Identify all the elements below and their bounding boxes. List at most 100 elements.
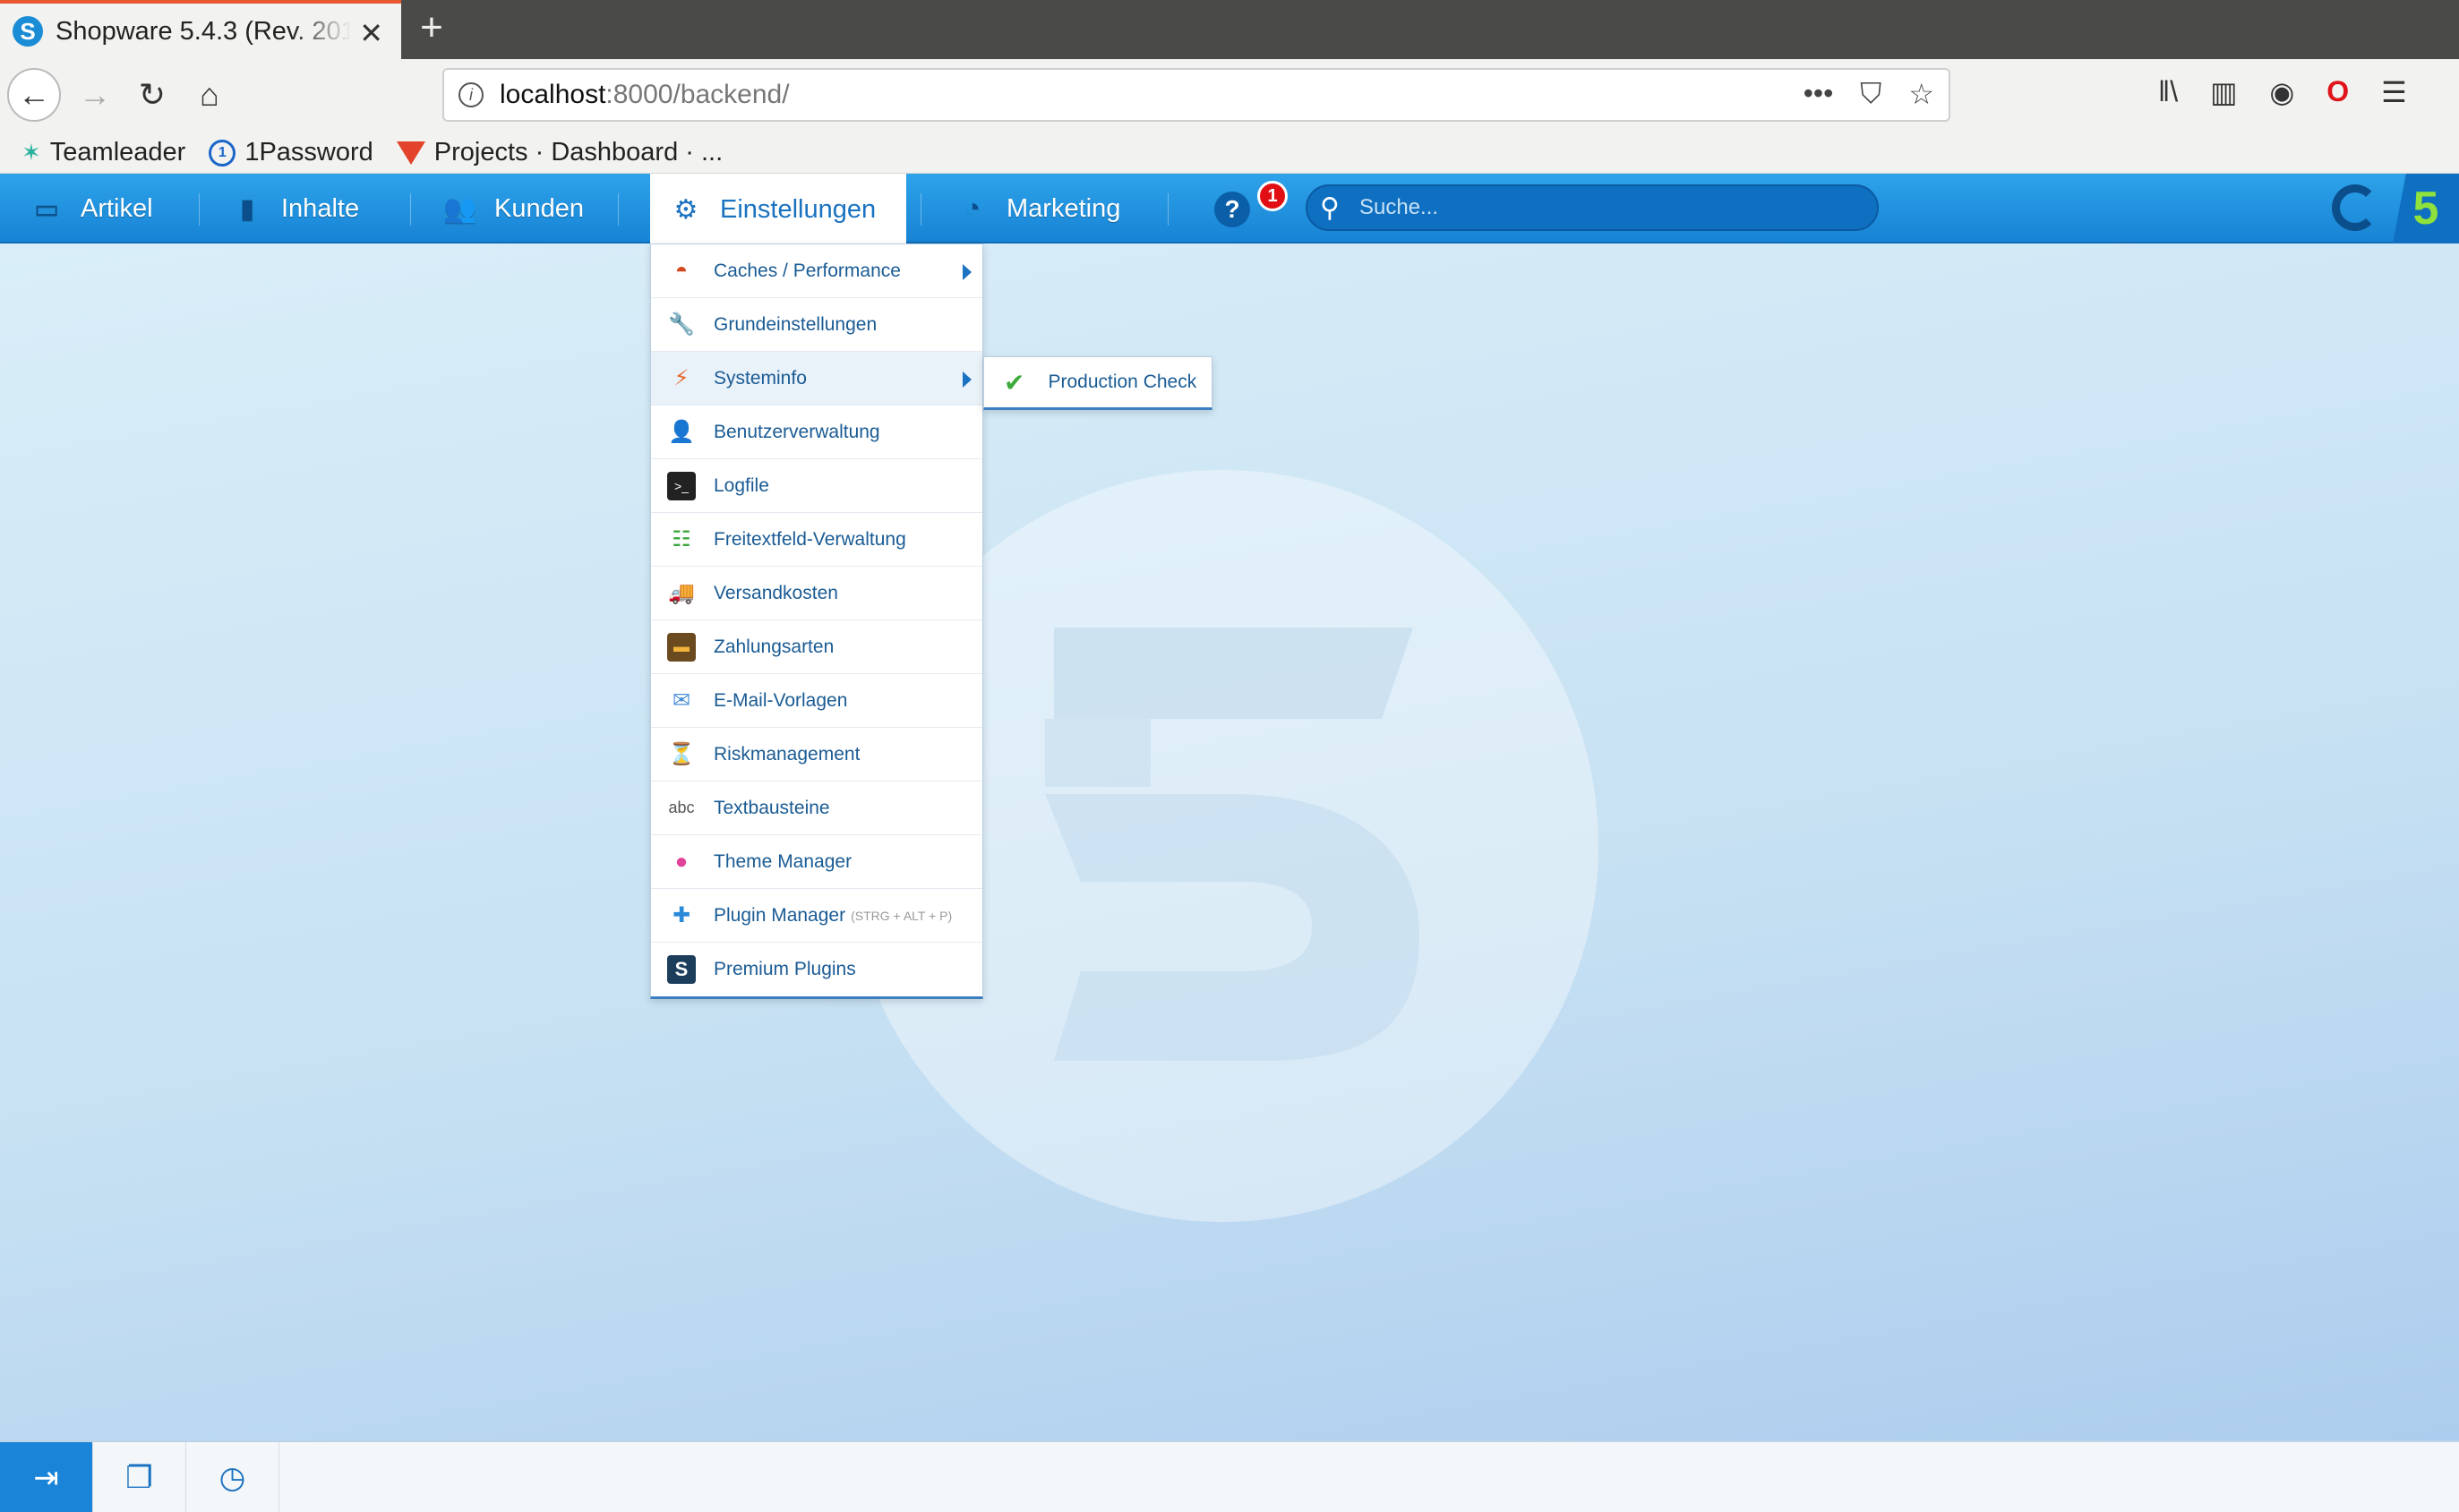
back-icon[interactable]: ← xyxy=(7,68,61,122)
lightning-icon: ⚡ xyxy=(673,366,690,390)
menu-item-textbausteine[interactable]: abc Textbausteine xyxy=(651,782,982,835)
check-icon: ✔ xyxy=(1004,368,1025,397)
browser-nav-bar: ← → ↻ ⌂ i localhost:8000/backend/ ••• ⛉ … xyxy=(0,59,2459,132)
menu-item-theme-manager[interactable]: ● Theme Manager xyxy=(651,835,982,889)
wrench-icon: 🔧 xyxy=(668,312,695,337)
global-search[interactable]: ⚲ xyxy=(1306,184,1879,231)
dashboard-icon[interactable]: ◷ xyxy=(186,1442,279,1512)
bookmark-teamleader[interactable]: ✶ Teamleader xyxy=(21,138,185,167)
menu-item-freitextfeld-verwaltung[interactable]: ☷ Freitextfeld-Verwaltung xyxy=(651,513,982,567)
help-icon[interactable]: ? xyxy=(1214,192,1250,227)
bookmark-1password[interactable]: 1 1Password xyxy=(209,138,373,167)
risk-icon: ⏳ xyxy=(668,742,695,766)
bookmark-label: 1Password xyxy=(244,138,373,167)
menu-item-e-mail-vorlagen[interactable]: ✉ E-Mail-Vorlagen xyxy=(651,674,982,728)
bookmark-gitlab[interactable]: Projects · Dashboard · ... xyxy=(396,138,724,167)
bookmark-label: Teamleader xyxy=(49,138,186,167)
pocket-icon[interactable]: ⛉ xyxy=(1860,77,1881,111)
menu-item-systeminfo[interactable]: ⚡ Systeminfo xyxy=(651,352,982,406)
sidebar-icon[interactable]: ▥ xyxy=(2210,75,2237,109)
email-template-icon: ✉ xyxy=(672,688,691,713)
url-bar[interactable]: i localhost:8000/backend/ ••• ⛉ ☆ xyxy=(442,68,1950,122)
bookmark-label: Projects · Dashboard · ... xyxy=(433,138,724,167)
menu-kunden[interactable]: 👥 Kunden xyxy=(443,174,584,243)
windows-icon[interactable]: ❐ xyxy=(93,1442,186,1512)
menu-item-logfile[interactable]: >_ Logfile xyxy=(651,459,982,513)
shopware-logo-icon[interactable] xyxy=(2332,184,2378,231)
menu-item-versandkosten[interactable]: 🚚 Versandkosten xyxy=(651,567,982,620)
menu-item-label: Theme Manager xyxy=(714,850,853,872)
reload-icon[interactable]: ↻ xyxy=(125,68,179,122)
menu-item-benutzerverwaltung[interactable]: 👤 Benutzerverwaltung xyxy=(651,406,982,459)
systeminfo-submenu: ✔ Production Check xyxy=(983,356,1212,410)
menu-item-caches-performance[interactable]: ◓ Caches / Performance xyxy=(651,244,982,298)
users-icon: 👥 xyxy=(443,193,477,224)
menu-item-label: Systeminfo xyxy=(714,367,807,389)
close-tab-icon[interactable]: ✕ xyxy=(359,16,383,50)
bookmarks-bar: ✶ Teamleader 1 1Password Projects · Dash… xyxy=(0,132,2459,174)
truck-icon: 🚚 xyxy=(668,581,695,605)
menu-item-label: Textbausteine xyxy=(714,797,830,818)
menu-item-plugin-manager[interactable]: ✚ Plugin Manager (STRG + ALT + P) xyxy=(651,889,982,943)
library-icon[interactable]: ‖\ xyxy=(2158,75,2178,109)
shopware-favicon-icon: S xyxy=(13,16,43,47)
menu-label: Inhalte xyxy=(281,193,360,223)
menu-label: Einstellungen xyxy=(720,194,877,224)
submenu-arrow-icon xyxy=(963,372,972,388)
url-host: localhost xyxy=(500,80,606,109)
search-icon: ⚲ xyxy=(1320,192,1340,223)
new-tab-button[interactable]: + xyxy=(414,5,450,50)
shopware-main-menu-bar: ▭ Artikel ▮ Inhalte 👥 Kunden ⚙ Einstellu… xyxy=(0,174,2459,245)
menu-artikel[interactable]: ▭ Artikel xyxy=(30,174,153,243)
user-icon: 👤 xyxy=(668,420,695,444)
menu-item-label: E-Mail-Vorlagen xyxy=(714,689,848,711)
submenu-item-production-check[interactable]: Production Check xyxy=(1048,372,1196,393)
url-path: :8000/backend/ xyxy=(605,80,790,109)
menu-item-premium-plugins[interactable]: S Premium Plugins xyxy=(651,943,982,996)
speedometer-icon: ◓ xyxy=(674,258,689,283)
shortcut-hint: (STRG + ALT + P) xyxy=(851,908,953,923)
menu-item-label: Benutzerverwaltung xyxy=(714,421,880,442)
hamburger-menu-icon[interactable]: ☰ xyxy=(2381,75,2407,109)
opera-icon[interactable]: O xyxy=(2326,75,2349,109)
menu-item-label: Caches / Performance xyxy=(714,260,901,281)
page-actions-icon[interactable]: ••• xyxy=(1804,77,1834,111)
site-info-icon[interactable]: i xyxy=(458,82,484,107)
1password-icon: 1 xyxy=(209,139,236,167)
shopware-five-badge[interactable]: 5 xyxy=(2393,174,2459,243)
theme-icon: ● xyxy=(674,849,689,874)
menu-separator xyxy=(1168,193,1169,226)
footer-taskbar: ⇥ ❐ ◷ xyxy=(0,1440,2459,1512)
settings-dropdown-menu: ◓ Caches / Performance 🔧 Grundeinstellun… xyxy=(650,243,983,999)
tab-title: Shopware 5.4.3 (Rev. 201 xyxy=(56,16,351,46)
logout-icon[interactable]: ⇥ xyxy=(0,1442,93,1512)
menu-item-grundeinstellungen[interactable]: 🔧 Grundeinstellungen xyxy=(651,298,982,352)
puzzle-icon: ✚ xyxy=(672,903,691,927)
backend-desktop xyxy=(0,243,2459,1440)
star-icon[interactable]: ☆ xyxy=(1908,77,1934,111)
home-icon[interactable]: ⌂ xyxy=(183,68,236,122)
browser-tab[interactable]: S Shopware 5.4.3 (Rev. 201 ✕ xyxy=(0,0,401,59)
menu-inhalte[interactable]: ▮ Inhalte xyxy=(231,174,359,243)
shopware-icon: S xyxy=(667,955,696,984)
menu-label: Marketing xyxy=(1007,193,1121,223)
pie-chart-icon: ◔ xyxy=(964,193,981,223)
search-input[interactable] xyxy=(1359,195,1861,220)
menu-item-zahlungsarten[interactable]: ▬ Zahlungsarten xyxy=(651,620,982,674)
menu-einstellungen[interactable]: ⚙ Einstellungen xyxy=(650,174,907,245)
menu-item-label: Zahlungsarten xyxy=(714,636,835,657)
menu-marketing[interactable]: ◔ Marketing xyxy=(956,174,1120,243)
gear-icon: ⚙ xyxy=(673,194,698,225)
menu-item-label: Versandkosten xyxy=(714,582,838,603)
menu-item-label: Plugin Manager xyxy=(714,904,846,926)
terminal-icon: >_ xyxy=(667,471,696,500)
credit-card-icon: ▬ xyxy=(667,632,696,662)
1password-extension-icon[interactable]: ◉ xyxy=(2269,75,2294,109)
menu-separator xyxy=(618,193,619,226)
teamleader-icon: ✶ xyxy=(21,139,41,166)
fields-add-icon: ☷ xyxy=(672,527,691,551)
forward-icon[interactable]: → xyxy=(68,68,122,122)
gitlab-icon xyxy=(396,141,425,165)
notification-badge[interactable]: 1 xyxy=(1257,181,1288,211)
menu-item-riskmanagement[interactable]: ⏳ Riskmanagement xyxy=(651,728,982,782)
